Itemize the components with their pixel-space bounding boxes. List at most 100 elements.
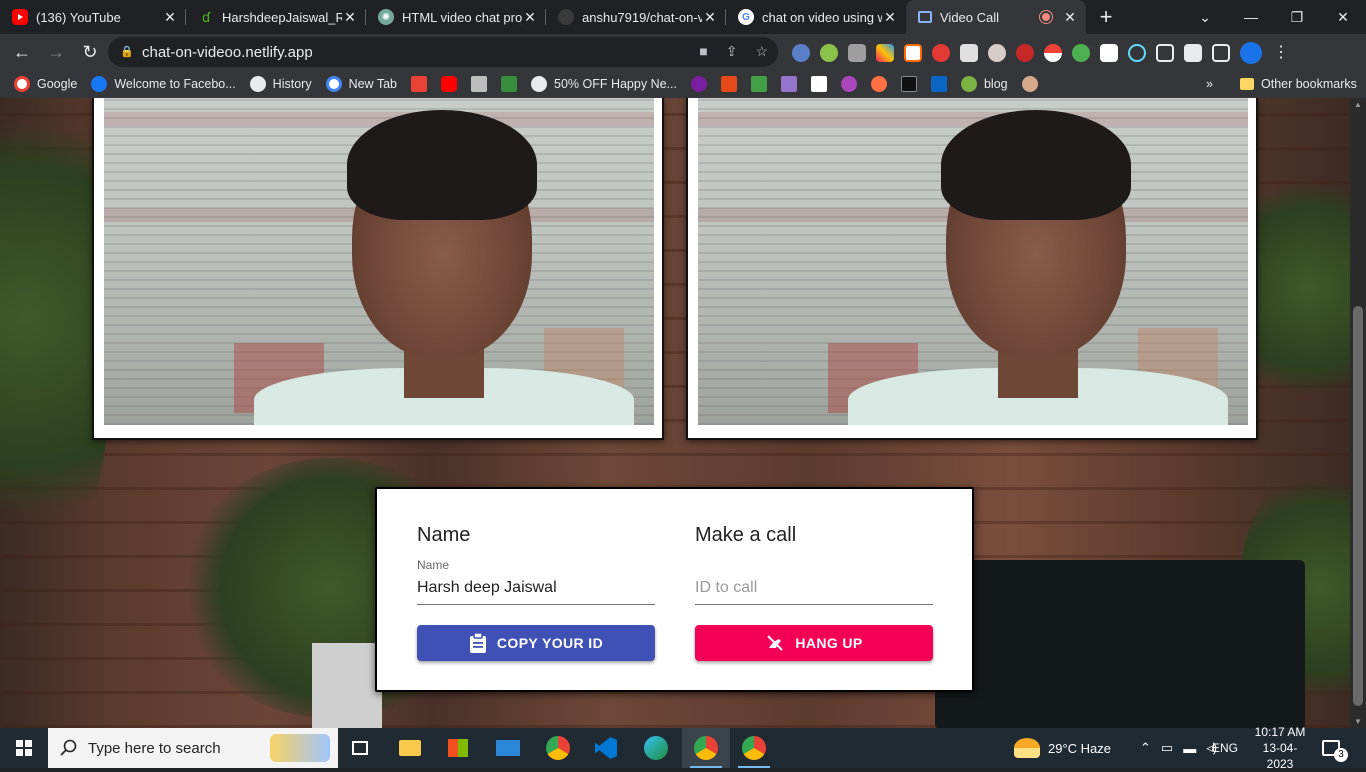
bookmark-extra[interactable]: [720, 76, 737, 92]
menu-icon[interactable]: ⋮: [1272, 44, 1290, 62]
bookmark-history[interactable]: History: [249, 76, 312, 92]
bookmark-blog[interactable]: blog: [960, 76, 1008, 92]
sidebar-icon[interactable]: [1212, 44, 1230, 62]
extension-icon: [780, 76, 797, 92]
bookmark-label: Other bookmarks: [1261, 77, 1357, 91]
bookmark-google[interactable]: Google: [14, 76, 77, 92]
bookmark-extra[interactable]: [780, 76, 797, 92]
puzzle-icon[interactable]: [1184, 44, 1202, 62]
file-explorer-button[interactable]: [386, 728, 434, 768]
share-icon[interactable]: ⇪: [726, 43, 738, 60]
bookmark-youtube[interactable]: [441, 76, 457, 92]
clock[interactable]: 10:17 AM 13-04-2023: [1250, 725, 1310, 771]
weather-widget[interactable]: 29°C Haze: [1014, 728, 1111, 768]
other-bookmarks[interactable]: Other bookmarks: [1240, 77, 1357, 91]
restore-button[interactable]: ❐: [1274, 0, 1320, 34]
close-icon[interactable]: ✕: [1062, 9, 1078, 26]
call-id-input[interactable]: [695, 579, 933, 597]
chevron-up-icon[interactable]: ⌃: [1140, 740, 1151, 756]
mail-button[interactable]: [484, 728, 532, 768]
edge-button[interactable]: [632, 728, 680, 768]
close-icon[interactable]: ✕: [702, 9, 718, 26]
bookmark-linkedin[interactable]: [930, 76, 947, 92]
tab-title: anshu7919/chat-on-vi: [582, 9, 702, 25]
extension-icon[interactable]: [1100, 44, 1118, 62]
extension-icon[interactable]: [932, 44, 950, 62]
minimize-button[interactable]: —: [1228, 0, 1274, 34]
close-icon[interactable]: ✕: [522, 9, 538, 26]
bookmark-star-icon[interactable]: ☆: [755, 43, 768, 60]
bookmark-extra[interactable]: [870, 76, 887, 92]
close-icon[interactable]: ✕: [162, 9, 178, 26]
tab-google-search[interactable]: G chat on video using w ✕: [726, 0, 906, 34]
bookmark-extra[interactable]: [840, 76, 857, 92]
address-bar[interactable]: 🔒 chat-on-videoo.netlify.app ■ ⇪ ☆: [108, 37, 778, 67]
vscode-button[interactable]: [582, 728, 630, 768]
name-field[interactable]: Name: [417, 557, 655, 605]
call-id-field[interactable]: [695, 557, 933, 605]
extension-icon[interactable]: [848, 44, 866, 62]
extension-icon[interactable]: [988, 44, 1006, 62]
scrollbar-thumb[interactable]: [1353, 306, 1363, 706]
store-icon: [448, 739, 468, 757]
extension-icon[interactable]: [820, 44, 838, 62]
extension-icon[interactable]: [1072, 44, 1090, 62]
bookmark-extra[interactable]: [900, 76, 917, 92]
tab-chatgpt[interactable]: ✺ HTML video chat proje ✕: [366, 0, 546, 34]
page-scrollbar[interactable]: ▲ ▼: [1350, 98, 1366, 728]
task-view-icon: [352, 741, 368, 755]
tab-video-call[interactable]: Video Call ✕: [906, 0, 1086, 34]
extension-icon[interactable]: [1156, 44, 1174, 62]
lighthouse-icon[interactable]: [904, 44, 922, 62]
react-icon[interactable]: [1128, 44, 1146, 62]
language-indicator[interactable]: ENG: [1212, 728, 1238, 768]
tab-title: HarshdeepJaiswal_Res: [222, 9, 342, 25]
store-button[interactable]: [434, 728, 482, 768]
hang-up-button[interactable]: HANG UP: [695, 625, 933, 661]
chevron-right-icon: »: [1206, 77, 1213, 91]
bookmark-extra[interactable]: [750, 76, 767, 92]
battery-icon[interactable]: ▬: [1183, 741, 1196, 756]
new-tab-button[interactable]: +: [1086, 0, 1126, 34]
task-view-button[interactable]: [336, 728, 384, 768]
extension-icon: [840, 76, 857, 92]
extension-icon[interactable]: [876, 44, 894, 62]
camera-icon[interactable]: ■: [699, 43, 707, 60]
taskbar-search[interactable]: Type here to search: [48, 728, 338, 768]
close-window-button[interactable]: ✕: [1320, 0, 1366, 34]
bookmark-new-tab[interactable]: New Tab: [325, 76, 397, 92]
bookmark-facebook[interactable]: Welcome to Facebo...: [91, 76, 236, 92]
close-icon[interactable]: ✕: [342, 9, 358, 26]
more-bookmarks-button[interactable]: »: [1206, 77, 1213, 91]
extension-icon[interactable]: [1016, 44, 1034, 62]
name-input[interactable]: [417, 579, 655, 597]
scroll-up-icon[interactable]: ▲: [1354, 100, 1362, 109]
bookmark-w[interactable]: [501, 76, 517, 92]
network-icon[interactable]: ▭: [1161, 740, 1173, 756]
chrome-button[interactable]: [534, 728, 582, 768]
pokeball-icon[interactable]: [1044, 44, 1062, 62]
bookmark-extra[interactable]: [810, 76, 827, 92]
copy-id-button[interactable]: COPY YOUR ID: [417, 625, 655, 661]
bookmark-avatar[interactable]: [1021, 76, 1038, 92]
notifications-button[interactable]: 3: [1322, 728, 1354, 768]
bookmark-extra[interactable]: [690, 76, 707, 92]
tab-github[interactable]: anshu7919/chat-on-vi ✕: [546, 0, 726, 34]
tab-youtube[interactable]: (136) YouTube ✕: [0, 0, 186, 34]
close-icon[interactable]: ✕: [882, 9, 898, 26]
chrome-profile-button[interactable]: [682, 728, 730, 768]
profile-avatar[interactable]: [1240, 42, 1262, 64]
tab-search-icon[interactable]: ⌄: [1182, 0, 1228, 34]
chrome-profile-button-2[interactable]: [730, 728, 778, 768]
scroll-down-icon[interactable]: ▼: [1354, 717, 1362, 726]
bookmark-cc[interactable]: [471, 76, 487, 92]
extension-icon[interactable]: [960, 44, 978, 62]
bookmark-offer[interactable]: 50% OFF Happy Ne...: [531, 76, 677, 92]
bookmark-gmail[interactable]: [411, 76, 427, 92]
extension-icon[interactable]: [792, 44, 810, 62]
reload-button[interactable]: ↻: [74, 36, 106, 68]
forward-button[interactable]: →: [40, 36, 72, 68]
back-button[interactable]: ←: [6, 36, 38, 68]
tab-overleaf[interactable]: ɗ HarshdeepJaiswal_Res ✕: [186, 0, 366, 34]
start-button[interactable]: [0, 728, 48, 768]
